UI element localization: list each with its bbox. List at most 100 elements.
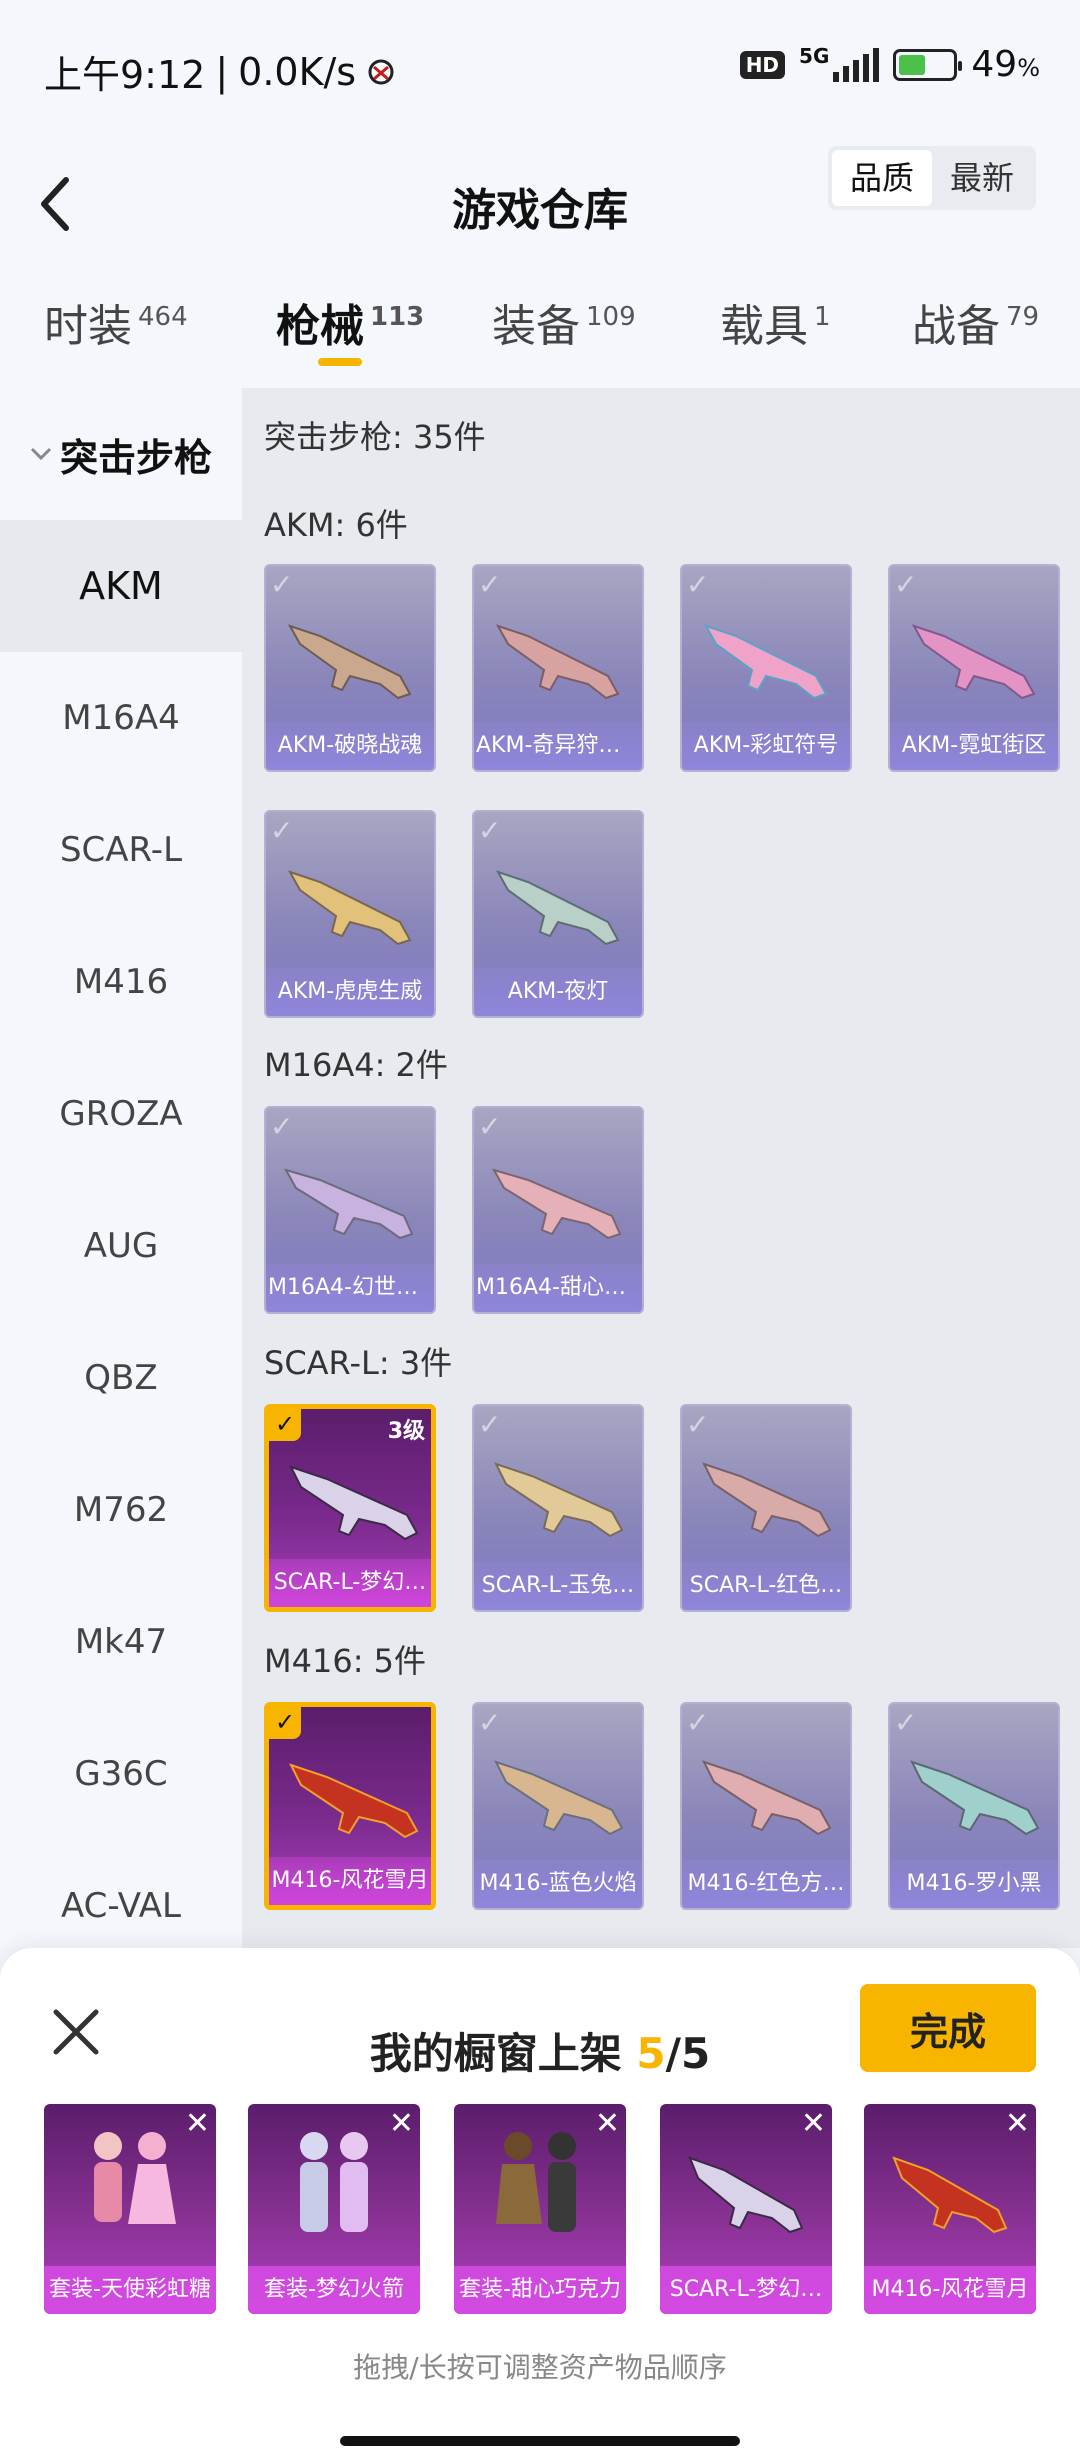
check-icon: ✓ xyxy=(478,1706,502,1739)
weapon-card-selected[interactable]: ✓ 3级 SCAR-L-梦幻… xyxy=(264,1404,436,1612)
reorder-hint: 拖拽/长按可调整资产物品顺序 xyxy=(353,2351,727,2384)
status-net-speed: 0.0K/s xyxy=(238,49,357,94)
status-bar: 上午9:12 | 0.0K/s HD 5G 49% xyxy=(0,0,1080,130)
check-icon: ✓ xyxy=(478,568,502,601)
header: 游戏仓库 品质 最新 xyxy=(0,130,1080,280)
sidebar-item-m416[interactable]: M416 xyxy=(0,916,242,1048)
rifle-icon xyxy=(491,1168,622,1240)
weapon-card[interactable]: ✓ AKM-彩虹符号 xyxy=(680,564,852,772)
rifle-icon xyxy=(688,2156,804,2234)
rifle-icon xyxy=(494,1462,624,1538)
sort-quality-button[interactable]: 品质 xyxy=(831,150,932,206)
slot-name: M416-风花雪月 xyxy=(864,2266,1036,2314)
tab-supplies[interactable]: 战备 79 xyxy=(912,290,1039,354)
weapon-card[interactable]: ✓ M16A4-幻世战… xyxy=(264,1106,436,1314)
weapon-card[interactable]: ✓ AKM-霓虹街区 xyxy=(888,564,1060,772)
check-icon: ✓ xyxy=(686,1706,710,1739)
weapon-card[interactable]: ✓ M16A4-甜心亚梦 xyxy=(472,1106,644,1314)
status-divider: | xyxy=(215,49,229,94)
weapon-card[interactable]: ✓ M416-蓝色火焰 xyxy=(472,1702,644,1910)
weapon-card[interactable]: ✓ SCAR-L-玉兔… xyxy=(472,1404,644,1612)
sidebar-item-akm[interactable]: AKM xyxy=(0,520,242,652)
card-name: AKM-夜灯 xyxy=(474,968,642,1016)
section-header-scar-l: SCAR-L: 3件 xyxy=(264,1344,453,1382)
rifle-icon xyxy=(494,1760,624,1836)
card-name: M416-风花雪月 xyxy=(269,1857,431,1905)
active-tab-indicator xyxy=(318,358,362,366)
weapon-card[interactable]: ✓ AKM-破晓战魂 xyxy=(264,564,436,772)
sort-toggle: 品质 最新 xyxy=(827,146,1036,210)
done-button[interactable]: 完成 xyxy=(860,1984,1036,2072)
weapon-card[interactable]: ✓ M416-罗小黑 xyxy=(888,1702,1060,1910)
level-badge: 3级 xyxy=(387,1419,425,1444)
status-left: 上午9:12 | 0.0K/s xyxy=(44,44,396,99)
slot-name: SCAR-L-梦幻… xyxy=(660,2266,832,2314)
rifle-icon xyxy=(495,870,620,946)
rifle-icon xyxy=(495,624,620,700)
section-header-m416: M416: 5件 xyxy=(264,1642,427,1680)
tab-guns[interactable]: 枪械 113 xyxy=(276,290,424,354)
outfit-art xyxy=(300,2132,368,2232)
showcase-slot[interactable]: ✕ 套装-天使彩虹糖 xyxy=(44,2104,216,2314)
weapon-card[interactable]: ✓ AKM-夜灯 xyxy=(472,810,644,1018)
check-icon: ✓ xyxy=(894,1706,918,1739)
card-name: AKM-破晓战魂 xyxy=(266,722,434,770)
slot-name: 套装-天使彩虹糖 xyxy=(44,2266,216,2314)
tab-fashion[interactable]: 时装 464 xyxy=(44,290,188,354)
rifle-icon xyxy=(702,1462,832,1538)
slot-name: 套装-甜心巧克力 xyxy=(454,2266,626,2314)
rifle-icon xyxy=(289,1465,419,1541)
sidebar-item-mk47[interactable]: Mk47 xyxy=(0,1576,242,1708)
section-header-m16a4: M16A4: 2件 xyxy=(264,1046,448,1084)
card-name: AKM-奇异狩猎者 xyxy=(474,722,642,770)
weapon-card[interactable]: ✓ AKM-奇异狩猎者 xyxy=(472,564,644,772)
chevron-down-icon xyxy=(30,447,52,461)
sidebar-item-m762[interactable]: M762 xyxy=(0,1444,242,1576)
sort-newest-button[interactable]: 最新 xyxy=(932,150,1032,206)
rifle-icon xyxy=(283,1168,414,1240)
summary-header: 突击步枪: 35件 xyxy=(264,418,486,456)
rifle-icon xyxy=(910,1760,1040,1836)
showcase-slot[interactable]: ✕ M416-风花雪月 xyxy=(864,2104,1036,2314)
showcase-slot[interactable]: ✕ 套装-甜心巧克力 xyxy=(454,2104,626,2314)
battery-icon xyxy=(893,48,963,81)
signal-icon xyxy=(833,47,880,82)
rifle-icon xyxy=(289,1763,419,1839)
weapon-card[interactable]: ✓ M416-红色方… xyxy=(680,1702,852,1910)
rifle-icon xyxy=(287,870,412,946)
weapon-card[interactable]: ✓ SCAR-L-红色… xyxy=(680,1404,852,1612)
card-name: M416-罗小黑 xyxy=(890,1860,1058,1908)
status-right: HD 5G 49% xyxy=(739,44,1040,85)
card-name: M416-蓝色火焰 xyxy=(474,1860,642,1908)
check-icon: ✓ xyxy=(270,814,294,847)
showcase-slot[interactable]: ✕ 套装-梦幻火箭 xyxy=(248,2104,420,2314)
rifle-icon xyxy=(702,1760,832,1836)
card-name: M16A4-甜心亚梦 xyxy=(474,1264,642,1312)
rifle-icon xyxy=(287,624,412,700)
sidebar-item-qbz[interactable]: QBZ xyxy=(0,1312,242,1444)
sidebar-item-scar-l[interactable]: SCAR-L xyxy=(0,784,242,916)
showcase-slot[interactable]: ✕ SCAR-L-梦幻… xyxy=(660,2104,832,2314)
app-notification-icon xyxy=(368,59,394,84)
sidebar-item-m16a4[interactable]: M16A4 xyxy=(0,652,242,784)
card-name: AKM-虎虎生威 xyxy=(266,968,434,1016)
sidebar-item-groza[interactable]: GROZA xyxy=(0,1048,242,1180)
outfit-art xyxy=(94,2132,176,2224)
home-indicator[interactable] xyxy=(340,2436,740,2446)
category-tabs: 时装 464 枪械 113 装备 109 载具 1 战备 79 xyxy=(0,280,1080,388)
battery-fill xyxy=(899,54,925,75)
weapon-card[interactable]: ✓ AKM-虎虎生威 xyxy=(264,810,436,1018)
card-name: SCAR-L-梦幻… xyxy=(269,1559,431,1607)
sidebar-item-aug[interactable]: AUG xyxy=(0,1180,242,1312)
tab-vehicles[interactable]: 载具 1 xyxy=(720,290,831,354)
check-icon: ✓ xyxy=(478,1110,502,1143)
sidebar-item-g36c[interactable]: G36C xyxy=(0,1708,242,1840)
check-icon: ✓ xyxy=(686,568,710,601)
weapon-card-selected[interactable]: ✓ M416-风花雪月 xyxy=(264,1702,436,1910)
card-name: SCAR-L-玉兔… xyxy=(474,1562,642,1610)
check-icon: ✓ xyxy=(270,568,294,601)
sidebar-group-assault-rifles[interactable]: 突击步枪 xyxy=(0,388,242,520)
tab-equipment[interactable]: 装备 109 xyxy=(492,290,636,354)
showcase-sheet: 我的橱窗上架 5/5 完成 ✕ 套装-天使彩虹糖 ✕ 套装-梦幻火箭 ✕ 套装-… xyxy=(0,1948,1080,2460)
slot-name: 套装-梦幻火箭 xyxy=(248,2266,420,2314)
